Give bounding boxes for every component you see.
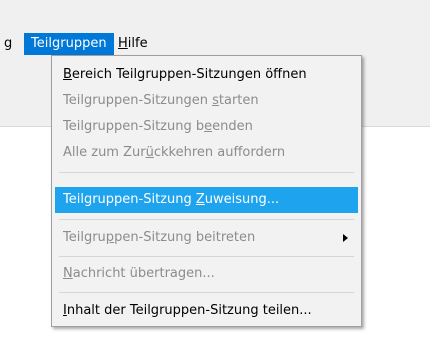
menu-item-accelerator: Z	[195, 192, 205, 207]
menu-item-accelerator: s	[212, 93, 219, 108]
menu-item-share-content[interactable]: Inhalt der Teilgruppen-Sitzung teilen...	[55, 298, 358, 324]
menu-item-label: pen-Sitzung beitreten	[114, 230, 256, 245]
menu-item-label: nhalt der Teilgruppen-Sitzung teilen...	[66, 303, 312, 318]
menu-item-accelerator: ü	[145, 145, 154, 160]
menu-item-label: Teilgruppen-Sitzungen	[63, 93, 213, 108]
menu-separator	[59, 219, 354, 220]
menu-item-label: Teilgru	[63, 230, 106, 245]
menubar-item-hilfe[interactable]: Hilfe	[111, 33, 155, 55]
menubar-label-part: Teil	[31, 36, 52, 51]
menubar-label-part: ruppen	[60, 36, 107, 51]
menu-bar: g Teilgruppen Hilfe	[0, 33, 430, 55]
teilgruppen-dropdown-menu: Bereich Teilgruppen-Sitzungen öffnen Tei…	[51, 55, 362, 327]
menu-item-label: ereich Teilgruppen-Sitzungen öffnen	[71, 67, 307, 82]
menu-item-label: achricht übertragen...	[72, 266, 215, 281]
menu-item-label: Teilgruppen-Sitzung b	[63, 119, 205, 134]
menu-item-label: tarten	[218, 93, 259, 108]
menu-item-start-sessions[interactable]: Teilgruppen-Sitzungen starten	[55, 88, 358, 114]
menu-item-join-session[interactable]: Teilgruppen-Sitzung beitreten	[55, 225, 358, 251]
menu-item-accelerator: p	[105, 230, 115, 245]
menu-item-assignment[interactable]: Teilgruppen-Sitzung Zuweisung...	[55, 187, 358, 213]
menu-item-open-breakout-area[interactable]: Bereich Teilgruppen-Sitzungen öffnen	[55, 62, 358, 88]
submenu-arrow-icon	[343, 234, 348, 242]
menu-item-accelerator: B	[63, 67, 72, 82]
menu-item-label: Alle zum Zur	[63, 145, 146, 160]
menu-item-end-session[interactable]: Teilgruppen-Sitzung beenden	[55, 114, 358, 140]
menu-separator	[59, 172, 354, 173]
menubar-accelerator: H	[118, 36, 128, 51]
menu-item-label: ckkehren auffordern	[153, 145, 286, 160]
menu-item-accelerator: e	[204, 119, 213, 134]
menu-separator	[59, 292, 354, 293]
menu-separator	[59, 256, 354, 257]
menubar-item-teilgruppen[interactable]: Teilgruppen	[24, 33, 114, 55]
menubar-item-partial[interactable]: g	[0, 33, 19, 55]
menu-item-accelerator: N	[63, 266, 73, 281]
menubar-accelerator: g	[51, 36, 61, 51]
menubar-label-part: ilfe	[127, 36, 148, 51]
menu-item-ask-all-return[interactable]: Alle zum Zurückkehren auffordern	[55, 140, 358, 166]
menu-item-label: enden	[212, 119, 253, 134]
menu-item-label: Teilgruppen-Sitzung	[63, 192, 196, 207]
menu-item-broadcast-message[interactable]: Nachricht übertragen...	[55, 261, 358, 287]
menu-item-label: uweisung...	[204, 192, 280, 207]
